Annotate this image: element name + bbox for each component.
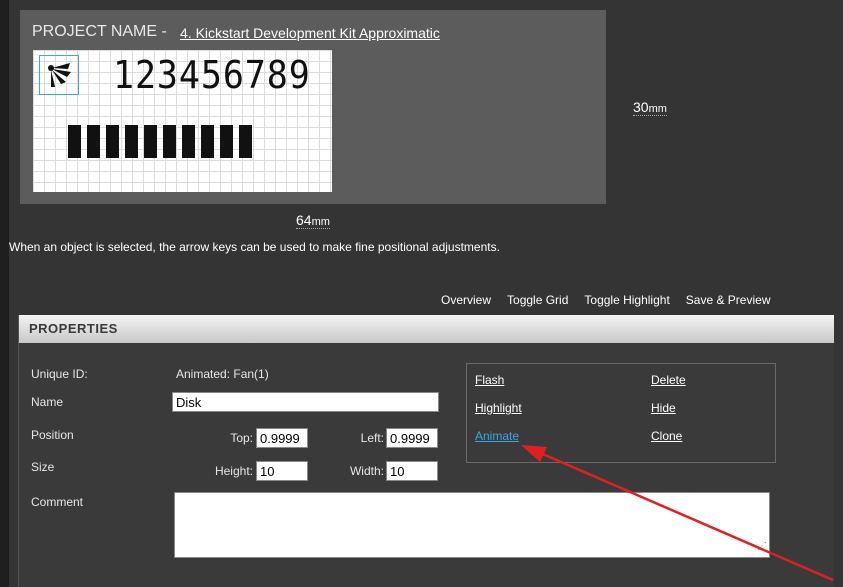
fan-icon-selected[interactable] [39,55,79,95]
project-name-label: PROJECT NAME - [32,23,167,40]
height-dimension-value: 30 [633,99,649,115]
bar-segment [68,125,81,158]
bar-segment [220,125,233,158]
fan-icon [48,63,71,87]
bar-segments[interactable] [68,125,252,158]
size-label: Size [31,460,55,474]
bar-segment [201,125,214,158]
toolbar: Overview Toggle Grid Toggle Highlight Sa… [441,293,770,307]
bar-segment [87,125,100,158]
bar-segment [125,125,138,158]
height-label: Height: [214,464,253,478]
top-input[interactable] [256,428,308,448]
height-dimension-unit: mm [648,103,667,115]
highlight-link[interactable]: Highlight [475,401,522,415]
left-edge-strip [0,0,9,587]
clone-link[interactable]: Clone [651,429,682,443]
actions-box: Flash Highlight Animate Delete Hide Clon… [466,363,776,463]
left-input[interactable] [386,428,438,448]
name-input[interactable] [172,392,439,412]
position-label: Position [31,428,74,442]
unique-id-value: Animated: Fan(1) [176,367,269,381]
delete-link[interactable]: Delete [651,373,686,387]
width-input[interactable] [386,461,438,481]
height-input[interactable] [256,461,308,481]
resize-grip-icon[interactable]: ⋰ [757,541,767,552]
comment-label: Comment [31,495,84,509]
toggle-grid-button[interactable]: Toggle Grid [507,293,568,307]
bar-segment [239,125,252,158]
properties-header: PROPERTIES [19,315,834,343]
animate-link[interactable]: Animate [475,429,519,443]
width-dimension[interactable]: 64mm [296,212,330,229]
unique-id-label: Unique ID: [31,367,88,381]
height-dimension[interactable]: 30mm [633,99,667,116]
left-label: Left: [360,431,384,445]
bar-segment [106,125,119,158]
width-dimension-value: 64 [296,212,312,228]
bar-segment [144,125,157,158]
comment-textarea[interactable] [174,492,770,558]
overview-button[interactable]: Overview [441,293,491,307]
save-preview-button[interactable]: Save & Preview [686,293,771,307]
bar-segment [163,125,176,158]
hide-link[interactable]: Hide [651,401,676,415]
name-label: Name [31,395,64,409]
properties-panel: PROPERTIES Unique ID: Animated: Fan(1) N… [18,315,834,587]
bar-segment [182,125,195,158]
flash-link[interactable]: Flash [475,373,504,387]
seven-segment-digits[interactable]: 123456789 [113,53,311,97]
project-name-link[interactable]: 4. Kickstart Development Kit Approximati… [180,25,476,41]
lcd-design-canvas[interactable]: 123456789 [33,50,332,192]
design-panel: PROJECT NAME - 4. Kickstart Development … [20,10,606,204]
width-label: Width: [349,464,384,478]
width-dimension-unit: mm [311,216,330,228]
toggle-highlight-button[interactable]: Toggle Highlight [584,293,669,307]
arrow-keys-hint: When an object is selected, the arrow ke… [9,240,500,254]
top-label: Top: [230,431,253,445]
